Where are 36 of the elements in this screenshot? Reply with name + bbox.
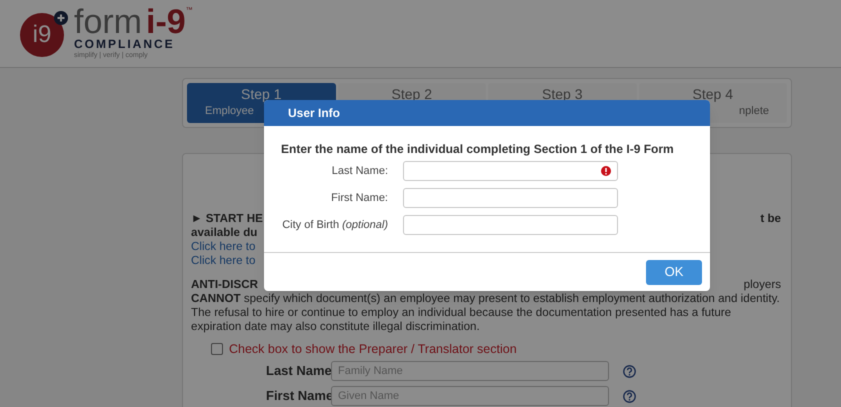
step-label: Step 3 bbox=[542, 86, 582, 103]
text-field[interactable] bbox=[403, 161, 618, 181]
intro-text: ► START HE bbox=[191, 212, 263, 226]
text-field[interactable] bbox=[403, 215, 618, 235]
step-label: Step 2 bbox=[392, 86, 432, 103]
logo-text: form bbox=[74, 7, 142, 37]
field-label: First Name bbox=[265, 389, 331, 403]
intro-text: t be bbox=[760, 212, 781, 226]
error-icon bbox=[601, 166, 611, 176]
field-label: City of Birth (optional) bbox=[281, 218, 388, 233]
logo-badge: i9 bbox=[20, 12, 64, 56]
notice-text: ANTI-DISCR bbox=[191, 278, 258, 292]
plus-icon bbox=[54, 10, 68, 24]
logo-subtitle: COMPLIANCE bbox=[74, 37, 176, 51]
field-label: First Name: bbox=[330, 190, 388, 206]
field-label: Last Name: bbox=[330, 164, 388, 179]
text-field[interactable]: Family Name bbox=[331, 361, 609, 381]
intro-text: available du bbox=[191, 226, 258, 240]
link[interactable]: Click here to bbox=[191, 240, 256, 253]
link[interactable]: Click here to bbox=[191, 254, 256, 267]
text-field[interactable]: Given Name bbox=[331, 386, 609, 406]
notice-paragraph: CANNOT specify which document(s) an employee may present to establish employment authorization and identity. The refusal to hire or continue to employ an individual because the documentation presented has a future expiration date may also constitute illegal discrimination. bbox=[191, 292, 781, 334]
checkbox-label: Check box to show the Preparer / Translator section bbox=[229, 342, 517, 356]
logo-text: i-9 bbox=[146, 7, 186, 37]
ok-button[interactable]: OK bbox=[646, 260, 702, 284]
step-label: Step 4 bbox=[692, 86, 733, 103]
field-label: Last Name bbox=[265, 364, 331, 378]
step-caption: nplete bbox=[739, 104, 769, 119]
step-label: Step 1 bbox=[241, 86, 282, 103]
help-icon[interactable] bbox=[623, 390, 636, 402]
help-icon[interactable] bbox=[623, 364, 636, 378]
notice-text: ployers bbox=[744, 278, 781, 292]
checkbox[interactable] bbox=[211, 343, 223, 355]
dialog-prompt: Enter the name of the individual completing Section 1 of the I-9 Form bbox=[281, 142, 675, 156]
text-field[interactable] bbox=[403, 188, 618, 208]
step-caption: Employee bbox=[205, 104, 254, 119]
